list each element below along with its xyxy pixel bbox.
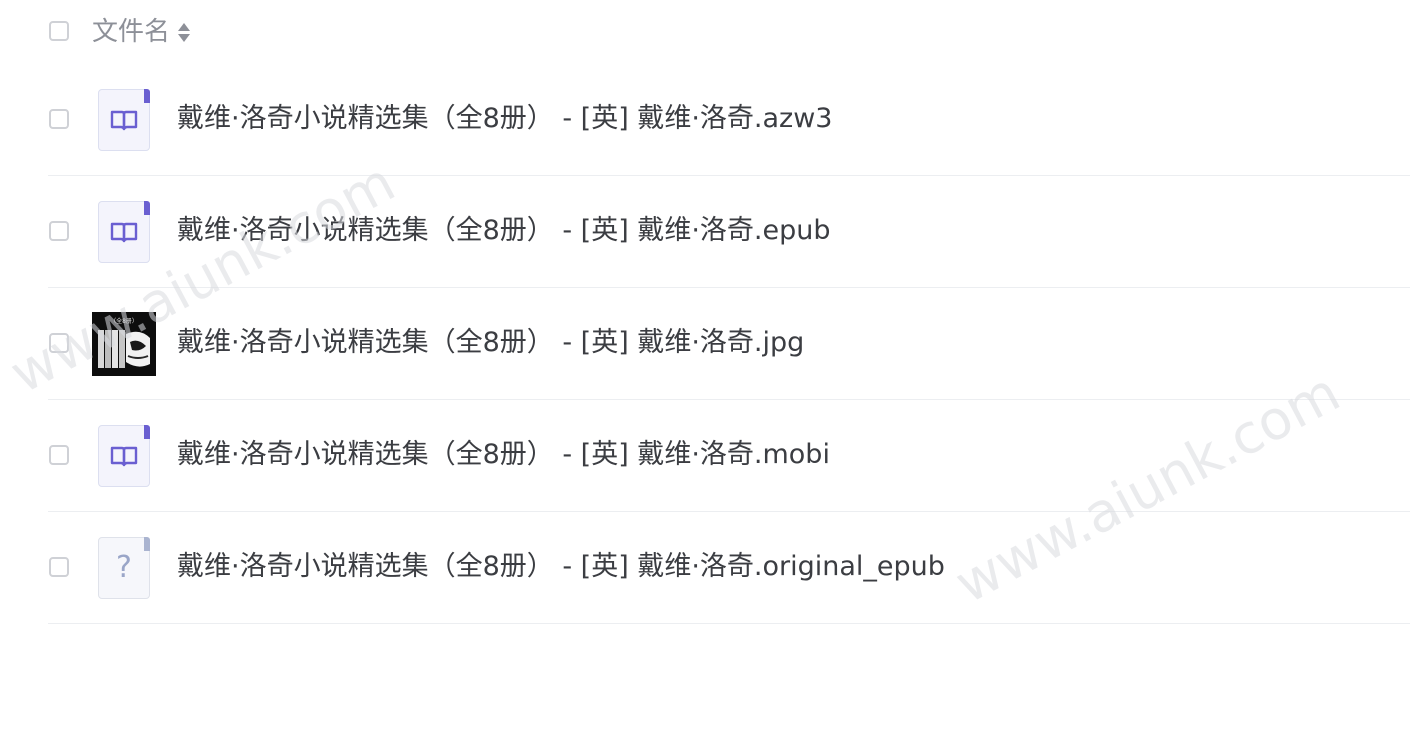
row-checkbox[interactable] bbox=[49, 557, 69, 577]
sort-updown-icon bbox=[178, 22, 191, 42]
file-row[interactable]: 戴维·洛奇小说精选集（全8册） - [英] 戴维·洛奇.mobi bbox=[48, 400, 1410, 512]
file-name[interactable]: 戴维·洛奇小说精选集（全8册） - [英] 戴维·洛奇.jpg bbox=[177, 322, 804, 364]
file-name[interactable]: 戴维·洛奇小说精选集（全8册） - [英] 戴维·洛奇.epub bbox=[177, 210, 830, 252]
row-checkbox[interactable] bbox=[49, 445, 69, 465]
file-row[interactable]: 戴维·洛奇小说精选集（全8册） - [英] 戴维·洛奇.azw3 bbox=[48, 64, 1410, 176]
file-name[interactable]: 戴维·洛奇小说精选集（全8册） - [英] 戴维·洛奇.mobi bbox=[177, 434, 830, 476]
file-list: 戴维·洛奇小说精选集（全8册） - [英] 戴维·洛奇.azw3 戴维·洛奇小说… bbox=[48, 64, 1410, 624]
row-checkbox[interactable] bbox=[49, 333, 69, 353]
file-row[interactable]: （全8册） 戴维·洛奇小说精选集（全8册） - [英] 戴维·洛奇.jpg bbox=[48, 288, 1410, 400]
select-all-checkbox[interactable] bbox=[49, 21, 69, 41]
row-checkbox[interactable] bbox=[49, 109, 69, 129]
ebook-icon bbox=[98, 201, 150, 263]
row-checkbox[interactable] bbox=[49, 221, 69, 241]
question-mark-glyph: ? bbox=[116, 550, 132, 585]
file-row[interactable]: 戴维·洛奇小说精选集（全8册） - [英] 戴维·洛奇.epub bbox=[48, 176, 1410, 288]
file-list-page: 文件名 戴维·洛奇小说精选集（全8册） - [英] 戴维·洛奇.azw3 戴维·… bbox=[0, 0, 1410, 738]
ebook-icon bbox=[98, 89, 150, 151]
image-thumbnail: （全8册） bbox=[92, 312, 156, 376]
file-row[interactable]: ? 戴维·洛奇小说精选集（全8册） - [英] 戴维·洛奇.original_e… bbox=[48, 512, 1410, 624]
sort-by-filename[interactable]: 文件名 bbox=[92, 14, 191, 50]
unknown-file-icon: ? bbox=[98, 537, 150, 599]
file-list-header: 文件名 bbox=[0, 0, 1410, 64]
ebook-icon bbox=[98, 425, 150, 487]
file-name[interactable]: 戴维·洛奇小说精选集（全8册） - [英] 戴维·洛奇.original_epu… bbox=[177, 546, 945, 588]
filename-column-label: 文件名 bbox=[92, 17, 171, 47]
thumb-label: （全8册） bbox=[110, 317, 138, 325]
file-name[interactable]: 戴维·洛奇小说精选集（全8册） - [英] 戴维·洛奇.azw3 bbox=[177, 98, 832, 140]
